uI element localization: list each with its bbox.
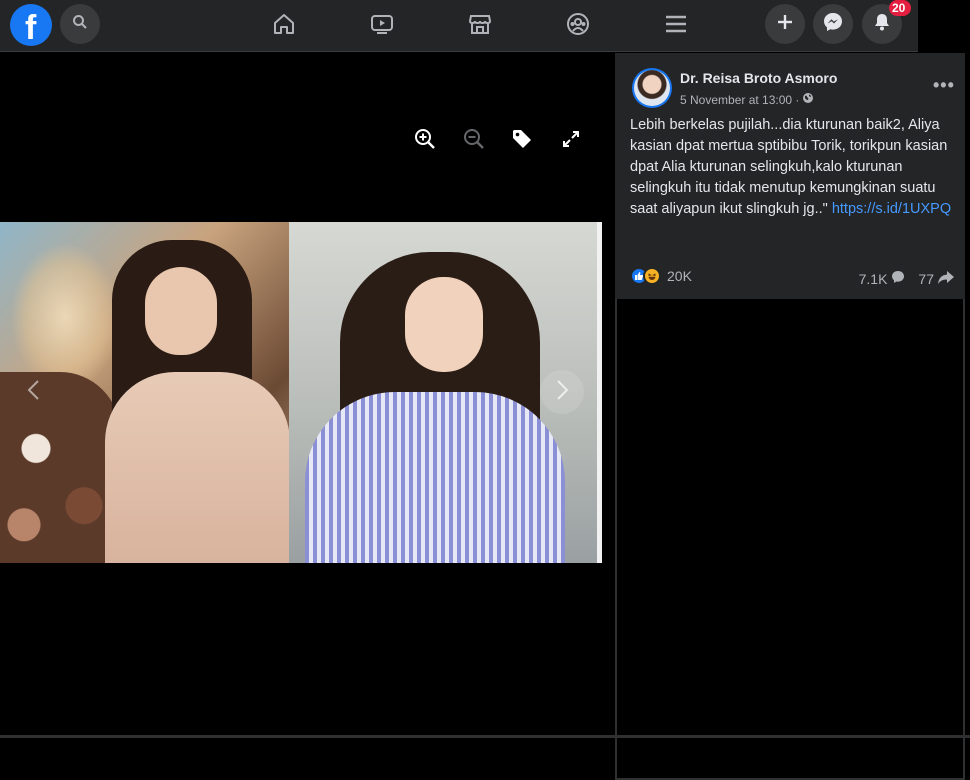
right-person-face [405,277,483,372]
zoom-out-button[interactable] [462,128,486,155]
right-person-body [305,392,565,563]
bell-icon [872,12,892,37]
author-avatar[interactable] [632,68,672,108]
video-icon [369,11,395,42]
post-meta: 5 November at 13:00 · [680,92,814,107]
hamburger-icon [663,11,689,42]
post-body: Lebih berkelas pujilah...dia kturunan ba… [630,115,960,220]
fullscreen-icon [561,129,581,154]
author-name[interactable]: Dr. Reisa Broto Asmoro [680,70,837,86]
store-icon [467,11,493,42]
top-navigation-bar: f [0,0,918,52]
post-card: Dr. Reisa Broto Asmoro 5 November at 13:… [615,53,965,299]
search-button[interactable] [60,4,100,44]
engagement-stats: 7.1K 77 [859,269,955,288]
globe-icon [802,92,814,107]
menu-nav-button[interactable] [658,8,694,44]
left-person-body [105,372,290,563]
marketplace-nav-button[interactable] [462,8,498,44]
home-icon [271,11,297,42]
fullscreen-button[interactable] [559,129,583,153]
post-link[interactable]: https://s.id/1UXPQ [832,201,951,217]
plus-icon [776,13,794,36]
chevron-left-icon [26,379,42,406]
svg-text:f: f [25,9,37,46]
comment-icon [890,269,906,288]
zoom-in-icon [414,128,436,155]
more-options-button[interactable]: ••• [933,75,955,96]
create-button[interactable] [765,4,805,44]
share-icon [937,269,955,288]
comments-count: 7.1K [858,270,888,287]
comments-stat[interactable]: 7.1K [859,269,907,288]
reactions-count: 20K [667,268,692,284]
tag-icon [511,128,533,155]
next-photo-button[interactable] [540,370,584,414]
avatar-image [634,70,670,106]
messenger-icon [822,11,844,38]
topbar-edge [918,0,970,52]
more-icon: ••• [933,75,955,95]
facebook-logo[interactable]: f [10,4,52,47]
messenger-button[interactable] [813,4,853,44]
groups-nav-button[interactable] [560,8,596,44]
haha-reaction-icon [643,267,661,285]
post-date[interactable]: 5 November at 13:00 · [680,93,799,107]
reactions-summary[interactable]: 20K [630,267,692,285]
notification-badge: 20 [889,0,911,16]
home-nav-button[interactable] [266,8,302,44]
shares-count: 77 [918,270,934,287]
chevron-right-icon [554,379,570,406]
groups-icon [565,11,591,42]
zoom-out-icon [463,128,485,155]
shares-stat[interactable]: 77 [918,269,955,288]
zoom-in-button[interactable] [413,128,437,155]
left-person-face [145,267,217,355]
previous-photo-button[interactable] [12,370,56,414]
search-icon [72,14,88,35]
pampas-decoration [10,242,120,392]
post-photo [0,222,602,563]
photo-viewer [0,53,602,738]
tag-photo-button[interactable] [510,129,534,153]
watch-nav-button[interactable] [364,8,400,44]
comments-panel [615,299,965,780]
post-sidebar: Dr. Reisa Broto Asmoro 5 November at 13:… [602,53,970,780]
